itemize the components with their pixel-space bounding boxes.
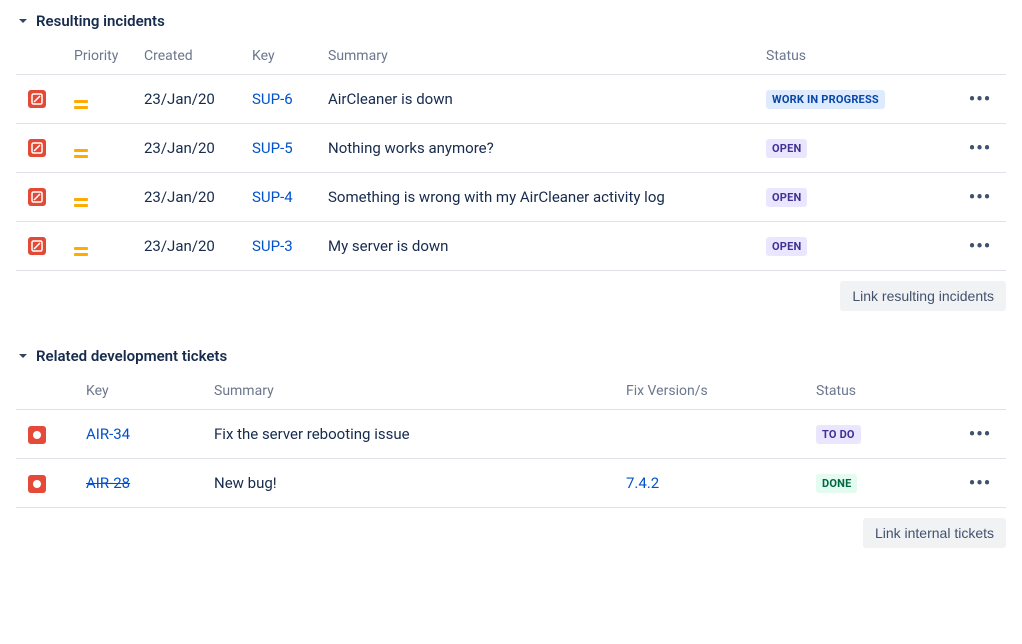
table-row: 23/Jan/20 SUP-4 Something is wrong with … xyxy=(16,173,1006,222)
created-cell: 23/Jan/20 xyxy=(132,75,240,124)
col-summary[interactable]: Summary xyxy=(202,373,614,410)
more-actions-button[interactable]: ••• xyxy=(966,234,994,258)
col-summary[interactable]: Summary xyxy=(316,38,754,75)
col-key[interactable]: Key xyxy=(240,38,316,75)
more-actions-button[interactable]: ••• xyxy=(966,136,994,160)
bug-type-icon xyxy=(28,426,46,444)
related-dev-tickets-section: Related development tickets Key Summary … xyxy=(16,347,1006,548)
status-badge: OPEN xyxy=(766,188,807,207)
more-actions-button[interactable]: ••• xyxy=(966,422,994,446)
issue-key-link[interactable]: SUP-5 xyxy=(252,139,293,157)
issue-key-link[interactable]: AIR-34 xyxy=(86,425,130,443)
table-row: 23/Jan/20 SUP-5 Nothing works anymore? O… xyxy=(16,124,1006,173)
resulting-incidents-header[interactable]: Resulting incidents xyxy=(16,12,1006,30)
more-actions-button[interactable]: ••• xyxy=(966,471,994,495)
summary-cell: New bug! xyxy=(202,459,614,508)
created-cell: 23/Jan/20 xyxy=(132,222,240,271)
dev-table: Key Summary Fix Version/s Status AIR-34 … xyxy=(16,373,1006,508)
more-actions-button[interactable]: ••• xyxy=(966,185,994,209)
issue-key-link[interactable]: SUP-6 xyxy=(252,90,293,108)
bug-type-icon xyxy=(28,475,46,493)
table-row: AIR-28 New bug! 7.4.2 DONE ••• xyxy=(16,459,1006,508)
incidents-table: Priority Created Key Summary Status 23/J… xyxy=(16,38,1006,271)
created-cell: 23/Jan/20 xyxy=(132,173,240,222)
fix-version-link[interactable]: 7.4.2 xyxy=(626,474,659,492)
chevron-down-icon xyxy=(16,14,30,28)
summary-cell: Something is wrong with my AirCleaner ac… xyxy=(316,173,754,222)
incident-type-icon xyxy=(28,90,46,108)
col-created[interactable]: Created xyxy=(132,38,240,75)
priority-medium-icon xyxy=(74,100,88,109)
status-badge: WORK IN PROGRESS xyxy=(766,90,885,109)
col-priority[interactable]: Priority xyxy=(62,38,132,75)
chevron-down-icon xyxy=(16,349,30,363)
issue-key-link[interactable]: AIR-28 xyxy=(86,474,130,492)
incident-type-icon xyxy=(28,188,46,206)
priority-medium-icon xyxy=(74,247,88,256)
status-badge: TO DO xyxy=(816,425,861,444)
table-row: 23/Jan/20 SUP-6 AirCleaner is down WORK … xyxy=(16,75,1006,124)
incident-type-icon xyxy=(28,139,46,157)
col-status[interactable]: Status xyxy=(804,373,954,410)
more-actions-button[interactable]: ••• xyxy=(966,87,994,111)
link-internal-tickets-button[interactable]: Link internal tickets xyxy=(863,518,1006,548)
priority-medium-icon xyxy=(74,149,88,158)
section-title: Related development tickets xyxy=(36,347,227,365)
fix-version-cell: 7.4.2 xyxy=(614,459,804,508)
table-row: 23/Jan/20 SUP-3 My server is down OPEN •… xyxy=(16,222,1006,271)
table-row: AIR-34 Fix the server rebooting issue TO… xyxy=(16,410,1006,459)
summary-cell: AirCleaner is down xyxy=(316,75,754,124)
summary-cell: My server is down xyxy=(316,222,754,271)
fix-version-cell xyxy=(614,410,804,459)
priority-medium-icon xyxy=(74,198,88,207)
link-resulting-incidents-button[interactable]: Link resulting incidents xyxy=(840,281,1006,311)
summary-cell: Nothing works anymore? xyxy=(316,124,754,173)
created-cell: 23/Jan/20 xyxy=(132,124,240,173)
resulting-incidents-section: Resulting incidents Priority Created Key… xyxy=(16,12,1006,311)
incident-type-icon xyxy=(28,237,46,255)
col-key[interactable]: Key xyxy=(74,373,202,410)
summary-cell: Fix the server rebooting issue xyxy=(202,410,614,459)
col-status[interactable]: Status xyxy=(754,38,954,75)
issue-key-link[interactable]: SUP-3 xyxy=(252,237,293,255)
status-badge: DONE xyxy=(816,474,857,493)
col-fix[interactable]: Fix Version/s xyxy=(614,373,804,410)
issue-key-link[interactable]: SUP-4 xyxy=(252,188,293,206)
related-dev-header[interactable]: Related development tickets xyxy=(16,347,1006,365)
status-badge: OPEN xyxy=(766,139,807,158)
status-badge: OPEN xyxy=(766,237,807,256)
section-title: Resulting incidents xyxy=(36,12,165,30)
